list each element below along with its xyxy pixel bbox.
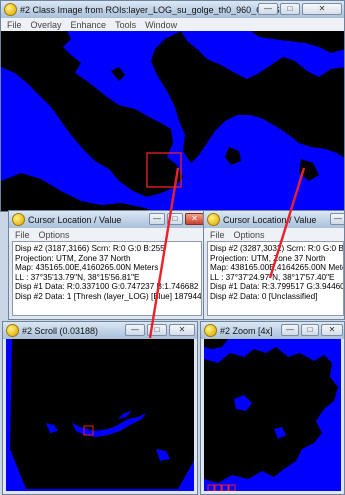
close-button[interactable]: ✕ [185, 213, 204, 225]
readout-line: Disp #1 Data: R:3.799517 G:3.944606 B [210, 282, 344, 292]
readout-line: LL : 37°35'13.79"N, 38°15'56.81"E [15, 272, 140, 282]
cursor-location-window-left: Cursor Location / Value — □ ✕ File Optio… [8, 210, 206, 320]
cursor-right-menubar: File Options [204, 228, 344, 241]
cursor-left-menubar: File Options [9, 228, 205, 241]
zoom-title: #2 Zoom [4x] [220, 325, 273, 336]
cursor-right-readout: Disp #2 (3287,3032) Scrn: R:0 G:0 B:0 Pr… [207, 241, 344, 316]
menu-tools[interactable]: Tools [115, 20, 136, 30]
class-image-menubar: File Overlay Enhance Tools Window [1, 18, 344, 31]
cursor-location-window-right: Cursor Location / Value — File Options D… [203, 210, 345, 320]
menu-file[interactable]: File [7, 20, 22, 30]
readout-line: Projection: UTM, Zone 37 North [15, 253, 131, 263]
readout-line: Disp #2 (3187,3166) Scrn: R:0 G:0 B:255 [15, 244, 165, 253]
envi-app-icon [207, 213, 220, 226]
menu-overlay[interactable]: Overlay [31, 20, 62, 30]
readout-line: Map: 435165.00E,4160265.00N Meters [15, 263, 159, 273]
menu-window[interactable]: Window [145, 20, 177, 30]
cursor-right-titlebar[interactable]: Cursor Location / Value [204, 211, 344, 228]
readout-line: Disp #2 Data: 1 [Thresh (layer_LOG) [Blu… [15, 291, 202, 301]
zoom-window: #2 Zoom [4x] — □ ✕ [200, 321, 345, 495]
envi-app-icon [4, 3, 17, 16]
minimize-button[interactable]: — [149, 213, 165, 225]
minimize-button[interactable]: — [281, 324, 299, 336]
scroll-canvas[interactable] [6, 339, 194, 491]
maximize-button[interactable]: □ [167, 213, 183, 225]
readout-line: Disp #2 (3287,3032) Scrn: R:0 G:0 B:0 [210, 244, 344, 253]
menu-options[interactable]: Options [234, 230, 265, 240]
scroll-overview-map [6, 339, 194, 491]
scroll-title: #2 Scroll (0.03188) [22, 325, 99, 336]
menu-options[interactable]: Options [39, 230, 70, 240]
close-button[interactable]: ✕ [321, 324, 343, 336]
scroll-titlebar[interactable]: #2 Scroll (0.03188) [3, 322, 197, 339]
readout-line: Disp #1 Data: R:0.337100 G:0.747237 B:1.… [15, 282, 199, 292]
class-image-map [1, 31, 344, 211]
menu-enhance[interactable]: Enhance [71, 20, 107, 30]
minimize-button[interactable]: — [330, 213, 344, 225]
scroll-window: #2 Scroll (0.03188) — □ ✕ [2, 321, 198, 495]
menu-file[interactable]: File [15, 230, 30, 240]
class-image-window: #2 Class Image from ROIs:layer_LOG_su_go… [0, 0, 345, 212]
class-image-canvas[interactable] [1, 31, 344, 211]
menu-file[interactable]: File [210, 230, 225, 240]
cursor-left-title: Cursor Location / Value [28, 214, 122, 225]
maximize-button[interactable]: □ [280, 3, 300, 15]
class-image-title: #2 Class Image from ROIs:layer_LOG_su_go… [20, 4, 286, 15]
envi-app-icon [12, 213, 25, 226]
minimize-button[interactable]: — [258, 3, 278, 15]
readout-line: Disp #2 Data: 0 [Unclassified] [210, 291, 318, 301]
close-button[interactable]: ✕ [302, 3, 342, 15]
readout-line: Map: 438165.00E,4164265.00N Meters [210, 263, 344, 273]
close-button[interactable]: ✕ [169, 324, 195, 336]
zoom-canvas[interactable] [204, 339, 341, 491]
envi-app-icon [6, 324, 19, 337]
maximize-button[interactable]: □ [147, 324, 167, 336]
cursor-left-readout: Disp #2 (3187,3166) Scrn: R:0 G:0 B:255 … [12, 241, 202, 316]
envi-app-icon [204, 324, 217, 337]
maximize-button[interactable]: □ [301, 324, 319, 336]
readout-line: LL : 37°37'24.97"N, 38°17'57.40"E [210, 272, 335, 282]
zoom-detail-map [204, 339, 341, 491]
cursor-right-title: Cursor Location / Value [223, 214, 317, 225]
readout-line: Projection: UTM, Zone 37 North [210, 253, 326, 263]
minimize-button[interactable]: — [125, 324, 145, 336]
